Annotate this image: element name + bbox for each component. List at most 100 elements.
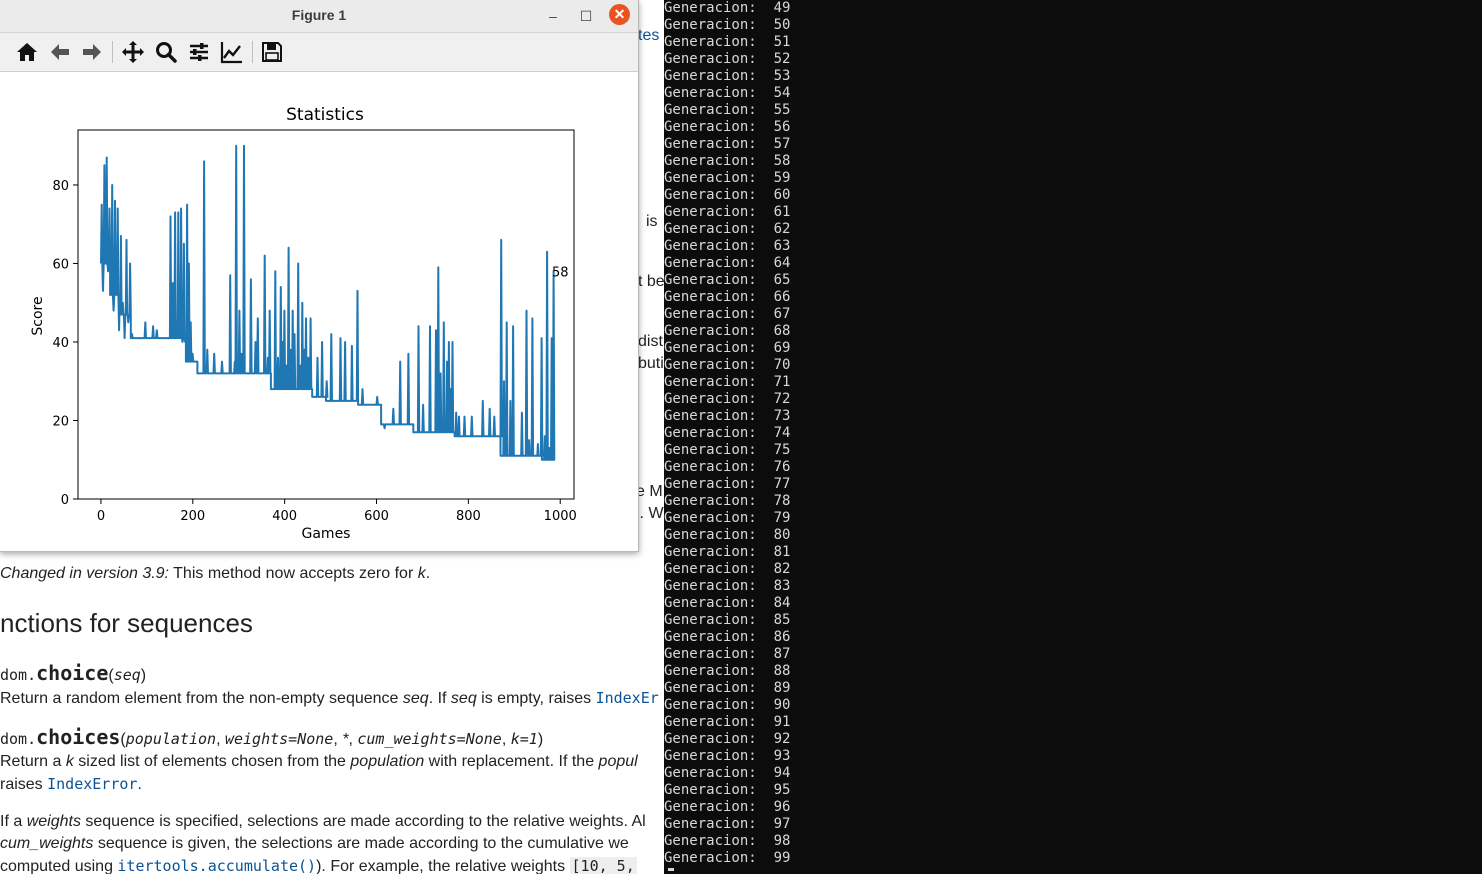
desc-param: k (65, 753, 74, 770)
signature-prefix: dom. (0, 666, 37, 684)
chart-title: Statistics (286, 105, 364, 125)
doc-fragment: e M (636, 483, 663, 500)
indexerror-link[interactable]: IndexError (47, 775, 137, 793)
x-tick-label: 200 (180, 509, 205, 524)
save-icon[interactable] (260, 40, 284, 64)
terminal-line: Generacion: 84 (664, 595, 791, 611)
param: weights=None (224, 730, 334, 748)
terminal-line: Generacion: 97 (664, 816, 791, 832)
maximize-button[interactable]: ☐ (575, 5, 597, 27)
terminal-line: Generacion: 57 (664, 136, 791, 152)
terminal-line: Generacion: 73 (664, 408, 791, 424)
terminal-line: Generacion: 70 (664, 357, 791, 373)
param: k=1 (510, 730, 538, 748)
terminal-line: Generacion: 86 (664, 629, 791, 645)
indexerror-link[interactable]: IndexEr (596, 689, 659, 707)
terminal-line: Generacion: 74 (664, 425, 791, 441)
close-button[interactable]: ✕ (609, 4, 630, 25)
terminal-line: Generacion: 78 (664, 493, 791, 509)
terminal-line: Generacion: 75 (664, 442, 791, 458)
doc-fragment: dist (638, 333, 663, 350)
title-bar[interactable]: Figure 1 – ☐ ✕ (0, 0, 638, 33)
x-tick-label: 800 (456, 509, 481, 524)
terminal-line: Generacion: 82 (664, 561, 791, 577)
x-axis: 0 200 400 600 800 1000 (97, 499, 577, 524)
terminal-line: Generacion: 94 (664, 765, 791, 781)
choice-signature: dom.choice(seq) (0, 661, 147, 685)
desc-text: . If (428, 690, 451, 707)
score-series (100, 144, 556, 461)
weights-paragraph-line: computed using itertools.accumulate()). … (0, 857, 637, 874)
desc-text: . (137, 776, 142, 793)
terminal-line: Generacion: 49 (664, 0, 791, 16)
choices-raises: raises IndexError. (0, 775, 142, 794)
terminal-window[interactable]: Generacion: 49 Generacion: 50 Generacion: … (664, 0, 1482, 874)
doc-fragment: l. W (636, 505, 664, 522)
desc-text: If a (0, 813, 27, 830)
last-score-annotation: 58 (552, 265, 569, 280)
terminal-line: Generacion: 89 (664, 680, 791, 696)
terminal-line: Generacion: 68 (664, 323, 791, 339)
terminal-line: Generacion: 71 (664, 374, 791, 390)
terminal-line: Generacion: 91 (664, 714, 791, 730)
choices-signature: dom.choices(population, weights=None, *,… (0, 725, 544, 749)
function-name: choice (36, 661, 109, 685)
terminal-line: Generacion: 85 (664, 612, 791, 628)
desc-text: computed using (0, 858, 118, 874)
version-label: Changed in version 3.9: (0, 565, 169, 582)
choices-description: Return a k sized list of elements chosen… (0, 753, 638, 771)
y-tick-label: 80 (52, 179, 69, 194)
terminal-line: Generacion: 54 (664, 85, 791, 101)
version-text: This method now accepts zero for (169, 565, 418, 582)
desc-param: population (350, 753, 425, 770)
x-axis-label: Games (302, 526, 351, 542)
x-tick-label: 400 (272, 509, 297, 524)
doc-fragment: t be (638, 273, 664, 290)
x-tick-label: 0 (97, 509, 105, 524)
terminal-line: Generacion: 83 (664, 578, 791, 594)
desc-text: Return a (0, 753, 66, 770)
figure-window[interactable]: Figure 1 – ☐ ✕ Statistics 0 200 400 600 … (0, 0, 639, 552)
desc-param: seq (450, 690, 477, 707)
plot-canvas[interactable]: Statistics 0 200 400 600 800 1000 0 20 40 60 80 G… (0, 72, 638, 551)
terminal-line: Generacion: 87 (664, 646, 791, 662)
doc-fragment[interactable]: tes (638, 27, 659, 45)
terminal-line: Generacion: 69 (664, 340, 791, 356)
configure-subplots-icon[interactable] (187, 40, 211, 64)
desc-text: sequence is given, the selections are ma… (93, 835, 629, 852)
terminal-line: Generacion: 63 (664, 238, 791, 254)
terminal-line: Generacion: 50 (664, 17, 791, 33)
pan-icon[interactable] (121, 40, 145, 64)
signature-prefix: dom. (0, 730, 37, 748)
terminal-line: Generacion: 90 (664, 697, 791, 713)
back-icon[interactable] (48, 40, 72, 64)
edit-axis-icon[interactable] (220, 40, 244, 64)
terminal-line: Generacion: 53 (664, 68, 791, 84)
terminal-line: Generacion: 65 (664, 272, 791, 288)
terminal-line: Generacion: 92 (664, 731, 791, 747)
terminal-line: Generacion: 77 (664, 476, 791, 492)
version-end: . (425, 565, 431, 582)
terminal-line: Generacion: 52 (664, 51, 791, 67)
y-tick-label: 40 (52, 336, 69, 351)
statistics-chart: Statistics 0 200 400 600 800 1000 0 20 40 60 80 G… (30, 105, 577, 542)
terminal-line: Generacion: 58 (664, 153, 791, 169)
param: cum_weights=None (357, 730, 502, 748)
toolbar-separator (112, 41, 113, 63)
terminal-line: Generacion: 60 (664, 187, 791, 203)
terminal-line: Generacion: 96 (664, 799, 791, 815)
zoom-icon[interactable] (154, 40, 178, 64)
terminal-line: Generacion: 72 (664, 391, 791, 407)
param: population (125, 730, 217, 748)
minimize-button[interactable]: – (542, 5, 564, 27)
y-axis-label: Score (30, 296, 46, 335)
terminal-line: Generacion: 59 (664, 170, 791, 186)
accumulate-link[interactable]: itertools.accumulate() (117, 857, 316, 874)
forward-icon[interactable] (80, 40, 104, 64)
terminal-line: Generacion: 98 (664, 833, 791, 849)
terminal-line: Generacion: 51 (664, 34, 791, 50)
y-tick-label: 60 (52, 257, 69, 272)
terminal-cursor (668, 868, 674, 871)
inline-code: [10, 5, (569, 857, 637, 874)
home-icon[interactable] (15, 40, 39, 64)
